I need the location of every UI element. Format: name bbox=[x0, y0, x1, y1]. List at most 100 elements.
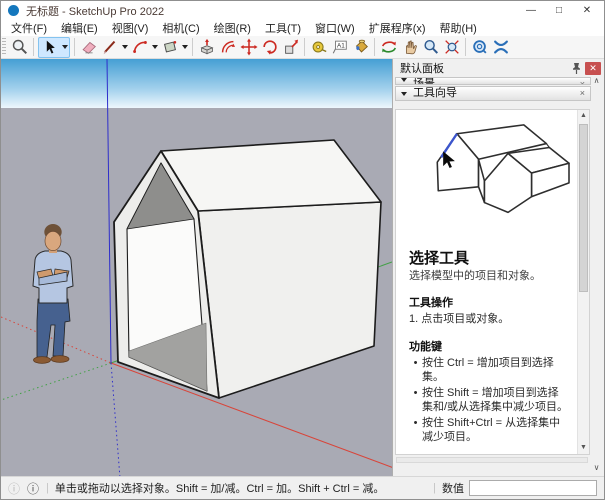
menu-draw[interactable]: 绘图(R) bbox=[207, 19, 258, 37]
title-bar: 无标题 - SketchUp Pro 2022 — □ ✕ bbox=[1, 1, 604, 20]
orbit-icon bbox=[380, 38, 398, 56]
bullet-icon: • bbox=[409, 386, 422, 415]
rectangle-icon bbox=[161, 38, 179, 56]
section-scenes-label: 场景 bbox=[413, 78, 580, 85]
select-cursor-icon bbox=[42, 39, 58, 55]
select-tool-group bbox=[38, 37, 70, 58]
menu-file[interactable]: 文件(F) bbox=[4, 19, 54, 37]
zoom-window-tool-button[interactable] bbox=[9, 37, 30, 57]
extension-b-tool-button[interactable] bbox=[490, 37, 511, 57]
eraser-icon bbox=[80, 38, 98, 56]
menu-tools[interactable]: 工具(T) bbox=[258, 19, 308, 37]
key-item: • 按住 Shift = 增加项目到选择集和/或从选择集中减少项目。 bbox=[409, 386, 569, 415]
select-tool-button[interactable] bbox=[39, 37, 60, 57]
collapse-arrow-icon bbox=[401, 92, 407, 96]
orbit-tool-button[interactable] bbox=[378, 37, 399, 57]
extension-a-icon bbox=[471, 38, 489, 56]
tape-measure-tool-button[interactable] bbox=[308, 37, 329, 57]
text-label-icon: A1 bbox=[331, 38, 349, 56]
panel-header[interactable]: 默认面板 ✕ bbox=[393, 59, 604, 76]
extension-b-icon bbox=[492, 38, 510, 56]
status-separator: | bbox=[433, 482, 436, 494]
viewport[interactable] bbox=[1, 59, 392, 476]
text-tool-button[interactable]: A1 bbox=[329, 37, 350, 57]
select-tool-dropdown[interactable] bbox=[60, 37, 69, 57]
measurements-input[interactable] bbox=[469, 480, 597, 496]
offset-tool-button[interactable] bbox=[217, 37, 238, 57]
menu-help[interactable]: 帮助(H) bbox=[433, 19, 484, 37]
push-pull-icon bbox=[198, 38, 216, 56]
key-item-text: 按住 Shift = 增加项目到选择集和/或从选择集中减少项目。 bbox=[422, 386, 569, 415]
menu-camera[interactable]: 相机(C) bbox=[155, 19, 206, 37]
instructor-heading: 选择工具 bbox=[409, 247, 569, 268]
viewport-canvas[interactable] bbox=[1, 59, 392, 478]
instructor-subtitle: 选择模型中的项目和对象。 bbox=[409, 269, 569, 283]
window-title: 无标题 - SketchUp Pro 2022 bbox=[26, 3, 164, 19]
pan-hand-icon bbox=[401, 38, 419, 56]
panel-scroll-down-icon[interactable]: ∨ bbox=[591, 463, 602, 472]
key-item: • 按住 Ctrl = 增加项目到选择集。 bbox=[409, 356, 569, 385]
section-scenes-close-icon[interactable]: × bbox=[580, 78, 585, 85]
keys-heading: 功能键 bbox=[409, 338, 569, 354]
arc-tool-button[interactable] bbox=[129, 37, 150, 57]
panel-close-button[interactable]: ✕ bbox=[585, 62, 601, 75]
zoom-icon bbox=[422, 38, 440, 56]
offset-icon bbox=[219, 38, 237, 56]
status-message: 单击或拖动以选择对象。Shift = 加/减。Ctrl = 加。Shift + … bbox=[55, 480, 384, 496]
section-instructor-close-icon[interactable]: × bbox=[580, 87, 585, 100]
zoom-extents-tool-button[interactable] bbox=[441, 37, 462, 57]
zoom-extents-icon bbox=[443, 38, 461, 56]
collapse-arrow-icon bbox=[401, 78, 407, 82]
section-scenes[interactable]: 场景 × bbox=[395, 77, 591, 85]
zoom-tool-button[interactable] bbox=[420, 37, 441, 57]
bullet-icon: • bbox=[409, 416, 422, 445]
toolbar: A1 bbox=[1, 36, 604, 59]
default-tray-panel: 默认面板 ✕ ∧ 场景 × 工具向导 × bbox=[392, 59, 604, 476]
scale-tool-button[interactable] bbox=[280, 37, 301, 57]
scrollbar-thumb[interactable] bbox=[579, 124, 588, 292]
section-instructor[interactable]: 工具向导 × bbox=[395, 86, 591, 101]
geolocation-icon[interactable]: ⓘ bbox=[8, 480, 20, 497]
line-tool-dropdown[interactable] bbox=[120, 37, 129, 57]
toolbar-grip[interactable] bbox=[2, 38, 6, 56]
panel-scroll-up-icon[interactable]: ∧ bbox=[591, 76, 602, 85]
horizontal-scrollbar[interactable] bbox=[396, 457, 588, 463]
extension-a-tool-button[interactable] bbox=[469, 37, 490, 57]
paint-bucket-tool-button[interactable] bbox=[350, 37, 371, 57]
operation-heading: 工具操作 bbox=[409, 294, 569, 310]
arc-tool-dropdown[interactable] bbox=[150, 37, 159, 57]
scrollbar-down-icon[interactable]: ▼ bbox=[578, 442, 589, 454]
line-tool-button[interactable] bbox=[99, 37, 120, 57]
shapes-tool-dropdown[interactable] bbox=[180, 37, 189, 57]
menu-edit[interactable]: 编辑(E) bbox=[54, 19, 105, 37]
app-logo-icon bbox=[8, 5, 19, 16]
close-button[interactable]: ✕ bbox=[573, 2, 601, 19]
move-tool-button[interactable] bbox=[238, 37, 259, 57]
panel-title: 默认面板 bbox=[400, 60, 571, 76]
key-item-text: 按住 Ctrl = 增加项目到选择集。 bbox=[422, 356, 569, 385]
sketchup-window: 无标题 - SketchUp Pro 2022 — □ ✕ 文件(F) 编辑(E… bbox=[0, 0, 605, 500]
bullet-icon: • bbox=[409, 356, 422, 385]
shapes-tool-button[interactable] bbox=[159, 37, 180, 57]
menu-window[interactable]: 窗口(W) bbox=[308, 19, 362, 37]
menu-extensions[interactable]: 扩展程序(x) bbox=[362, 19, 433, 37]
help-info-icon[interactable]: ⓘ bbox=[27, 480, 39, 497]
menu-view[interactable]: 视图(V) bbox=[105, 19, 156, 37]
zoom-window-icon bbox=[11, 38, 29, 56]
status-separator: | bbox=[46, 482, 49, 494]
pan-tool-button[interactable] bbox=[399, 37, 420, 57]
pin-icon[interactable] bbox=[571, 62, 582, 75]
minimize-button[interactable]: — bbox=[517, 2, 545, 19]
scrollbar-up-icon[interactable]: ▲ bbox=[578, 110, 589, 122]
maximize-button[interactable]: □ bbox=[545, 2, 573, 19]
main-area: 默认面板 ✕ ∧ 场景 × 工具向导 × bbox=[1, 59, 604, 476]
tape-measure-icon bbox=[310, 38, 328, 56]
rotate-icon bbox=[261, 38, 279, 56]
rotate-tool-button[interactable] bbox=[259, 37, 280, 57]
scale-icon bbox=[282, 38, 300, 56]
push-pull-tool-button[interactable] bbox=[196, 37, 217, 57]
key-item-text: 按住 Shift+Ctrl = 从选择集中减少项目。 bbox=[422, 416, 569, 445]
key-item: • 按住 Shift+Ctrl = 从选择集中减少项目。 bbox=[409, 416, 569, 445]
instructor-scrollbar[interactable]: ▲ ▼ bbox=[577, 110, 589, 454]
eraser-tool-button[interactable] bbox=[78, 37, 99, 57]
